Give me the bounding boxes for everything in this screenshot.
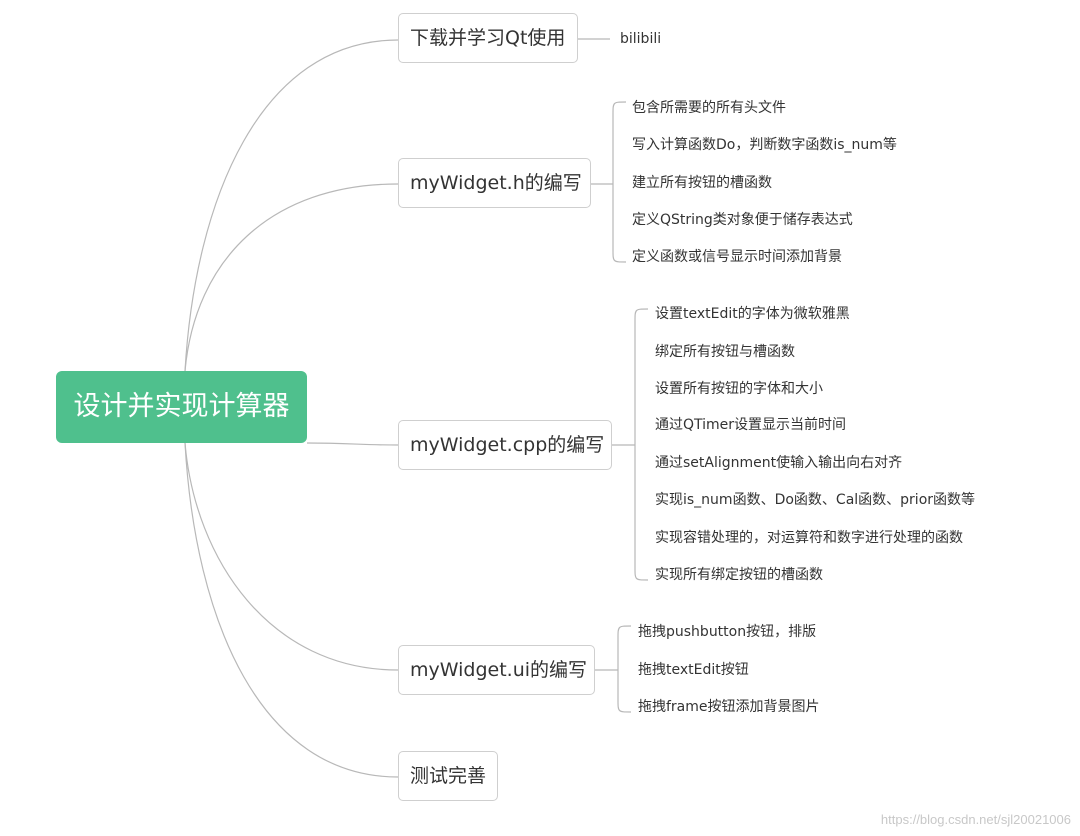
root-node[interactable]: 设计并实现计算器 (56, 371, 307, 443)
leaf-cpp-3[interactable]: 设置所有按钮的字体和大小 (655, 380, 823, 398)
root-to-branch-4 (184, 442, 399, 671)
leaf-ui-1[interactable]: 拖拽pushbutton按钮，排版 (638, 623, 816, 641)
root-to-branch-3 (306, 442, 399, 446)
leaf-h-1[interactable]: 包含所需要的所有头文件 (632, 99, 786, 117)
branch-2-leaf-bracket (612, 101, 627, 263)
branch-node-mywidget-cpp[interactable]: myWidget.cpp的编写 (398, 420, 612, 470)
leaf-cpp-6[interactable]: 实现is_num函数、Do函数、Cal函数、prior函数等 (655, 491, 975, 509)
leaf-ui-2[interactable]: 拖拽textEdit按钮 (638, 661, 749, 679)
branch-3-leaf-bracket (634, 308, 649, 581)
leaf-cpp-4[interactable]: 通过QTimer设置显示当前时间 (655, 416, 846, 434)
leaf-h-5[interactable]: 定义函数或信号显示时间添加背景 (632, 248, 842, 266)
leaf-ui-3[interactable]: 拖拽frame按钮添加背景图片 (638, 698, 820, 716)
watermark-url: https://blog.csdn.net/sjl20021006 (880, 812, 1071, 827)
leaf-bilibili[interactable]: bilibili (620, 30, 661, 48)
branch-node-download-qt[interactable]: 下载并学习Qt使用 (398, 13, 578, 63)
root-to-branch-5 (184, 442, 399, 778)
branch-node-test[interactable]: 测试完善 (398, 751, 498, 801)
leaf-cpp-2[interactable]: 绑定所有按钮与槽函数 (655, 343, 795, 361)
leaf-h-2[interactable]: 写入计算函数Do，判断数字函数is_num等 (632, 136, 897, 154)
branch-4-leaf-bracket (617, 625, 632, 713)
root-to-branch-2 (184, 183, 399, 372)
leaf-cpp-1[interactable]: 设置textEdit的字体为微软雅黑 (655, 305, 850, 323)
leaf-h-4[interactable]: 定义QString类对象便于储存表达式 (632, 211, 853, 229)
branch-node-mywidget-h[interactable]: myWidget.h的编写 (398, 158, 591, 208)
leaf-cpp-8[interactable]: 实现所有绑定按钮的槽函数 (655, 566, 823, 584)
leaf-cpp-5[interactable]: 通过setAlignment使输入输出向右对齐 (655, 454, 902, 472)
branch-node-mywidget-ui[interactable]: myWidget.ui的编写 (398, 645, 595, 695)
leaf-cpp-7[interactable]: 实现容错处理的，对运算符和数字进行处理的函数 (655, 529, 963, 547)
leaf-h-3[interactable]: 建立所有按钮的槽函数 (632, 174, 772, 192)
